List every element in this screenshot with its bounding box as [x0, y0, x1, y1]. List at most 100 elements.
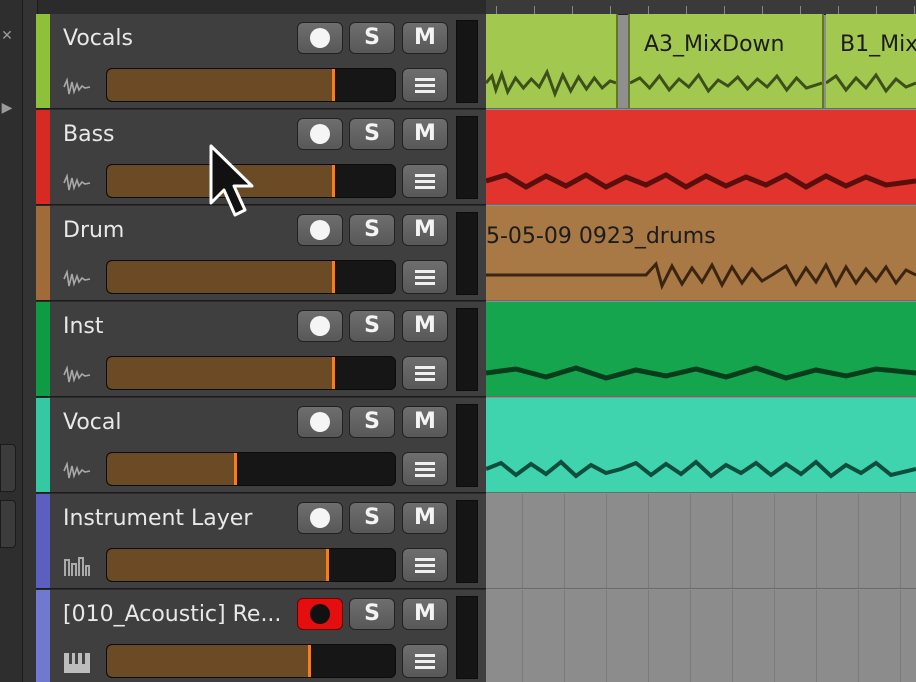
track-menu-button[interactable]: [402, 452, 448, 486]
mute-button[interactable]: M: [402, 214, 448, 246]
instrument-layer-icon: [63, 556, 91, 578]
lane-vocal[interactable]: [486, 398, 916, 493]
solo-button[interactable]: S: [349, 502, 395, 534]
track-name[interactable]: Inst: [63, 314, 293, 339]
volume-slider[interactable]: [106, 548, 396, 582]
play-arrow-icon[interactable]: ▶: [0, 100, 14, 116]
waveform: [486, 260, 916, 291]
track-header[interactable]: Vocals S M: [36, 14, 486, 109]
mute-button[interactable]: M: [402, 598, 448, 630]
track-header[interactable]: Instrument Layer S M: [36, 494, 486, 589]
waveform: [486, 68, 616, 99]
level-meter: [456, 596, 478, 679]
track-header[interactable]: [010_Acoustic] Re... S M: [36, 590, 486, 682]
track-menu-button[interactable]: [402, 164, 448, 198]
mute-button[interactable]: M: [402, 406, 448, 438]
volume-fill: [107, 261, 335, 293]
level-meter: [456, 404, 478, 487]
timeline-ruler[interactable]: [486, 0, 916, 15]
track-header[interactable]: Drum S M: [36, 206, 486, 301]
mute-button[interactable]: M: [402, 310, 448, 342]
clip-b1-mix[interactable]: B1_Mix: [826, 14, 916, 108]
volume-slider[interactable]: [106, 644, 396, 678]
mute-button[interactable]: M: [402, 118, 448, 150]
level-meter: [456, 20, 478, 103]
track-name[interactable]: Drum: [63, 218, 293, 243]
lane-acoustic[interactable]: [486, 590, 916, 682]
level-meter: [456, 308, 478, 391]
solo-button[interactable]: S: [349, 118, 395, 150]
volume-fill: [107, 69, 335, 101]
track-name[interactable]: [010_Acoustic] Re...: [63, 602, 293, 627]
solo-button[interactable]: S: [349, 214, 395, 246]
record-arm-button[interactable]: [297, 598, 343, 630]
arrange-view[interactable]: A3_MixDown B1_Mix 5-05-09 0923_drums: [486, 0, 916, 682]
track-header[interactable]: Inst S M: [36, 302, 486, 397]
mute-button[interactable]: M: [402, 22, 448, 54]
volume-slider[interactable]: [106, 260, 396, 294]
volume-slider[interactable]: [106, 356, 396, 390]
track-menu-button[interactable]: [402, 548, 448, 582]
panel-button[interactable]: [0, 500, 16, 548]
mouse-cursor-icon: [209, 144, 254, 217]
clip-name: B1_Mix: [840, 32, 916, 57]
clip-vocal[interactable]: [486, 398, 916, 492]
lane-inst[interactable]: [486, 302, 916, 397]
record-arm-button[interactable]: [297, 214, 343, 246]
lane-bass[interactable]: [486, 110, 916, 205]
close-icon[interactable]: ✕: [0, 28, 14, 44]
mute-button[interactable]: M: [402, 502, 448, 534]
audio-waveform-icon: [63, 460, 91, 482]
record-dot-icon: [310, 412, 330, 432]
clip-vocals-1[interactable]: [486, 14, 618, 108]
track-name[interactable]: Instrument Layer: [63, 506, 293, 531]
volume-slider[interactable]: [106, 452, 396, 486]
audio-waveform-icon: [63, 268, 91, 290]
panel-dropdown-button[interactable]: [0, 444, 16, 492]
track-name[interactable]: Vocals: [63, 26, 293, 51]
solo-button[interactable]: S: [349, 22, 395, 54]
level-meter: [456, 212, 478, 295]
track-name[interactable]: Bass: [63, 122, 293, 147]
clip-drums[interactable]: 5-05-09 0923_drums: [486, 206, 916, 300]
waveform: [486, 459, 916, 479]
level-meter: [456, 500, 478, 583]
daw-window: ✕ ▶ Vocals S M Bass S M Drum S M Inst S M Vocal S M Ins…: [0, 0, 916, 682]
solo-button[interactable]: S: [349, 406, 395, 438]
audio-waveform-icon: [63, 364, 91, 386]
volume-slider[interactable]: [106, 68, 396, 102]
volume-fill: [107, 453, 237, 485]
solo-button[interactable]: S: [349, 598, 395, 630]
volume-fill: [107, 645, 312, 677]
track-name[interactable]: Vocal: [63, 410, 293, 435]
volume-fill: [107, 549, 329, 581]
record-arm-button[interactable]: [297, 406, 343, 438]
track-menu-button[interactable]: [402, 644, 448, 678]
piano-icon: [63, 652, 91, 674]
lane-drum[interactable]: 5-05-09 0923_drums: [486, 206, 916, 301]
track-menu-button[interactable]: [402, 260, 448, 294]
record-arm-button[interactable]: [297, 310, 343, 342]
track-header[interactable]: Bass S M: [36, 110, 486, 205]
track-menu-button[interactable]: [402, 68, 448, 102]
track-color-bar: [36, 14, 50, 108]
track-menu-button[interactable]: [402, 356, 448, 390]
lane-vocals[interactable]: A3_MixDown B1_Mix: [486, 14, 916, 109]
solo-button[interactable]: S: [349, 310, 395, 342]
lane-instrument-layer[interactable]: [486, 494, 916, 589]
waveform: [486, 365, 916, 381]
clip-inst[interactable]: [486, 302, 916, 396]
record-dot-icon: [310, 124, 330, 144]
clip-bass[interactable]: [486, 110, 916, 204]
track-color-bar: [36, 302, 50, 396]
clip-a3-mixdown[interactable]: A3_MixDown: [628, 14, 824, 108]
volume-fill: [107, 357, 335, 389]
track-header[interactable]: Vocal S M: [36, 398, 486, 493]
clip-name: 5-05-09 0923_drums: [486, 224, 716, 249]
record-arm-button[interactable]: [297, 22, 343, 54]
audio-waveform-icon: [63, 76, 91, 98]
record-arm-button[interactable]: [297, 502, 343, 534]
track-color-bar: [36, 110, 50, 204]
waveform: [486, 172, 916, 190]
record-arm-button[interactable]: [297, 118, 343, 150]
